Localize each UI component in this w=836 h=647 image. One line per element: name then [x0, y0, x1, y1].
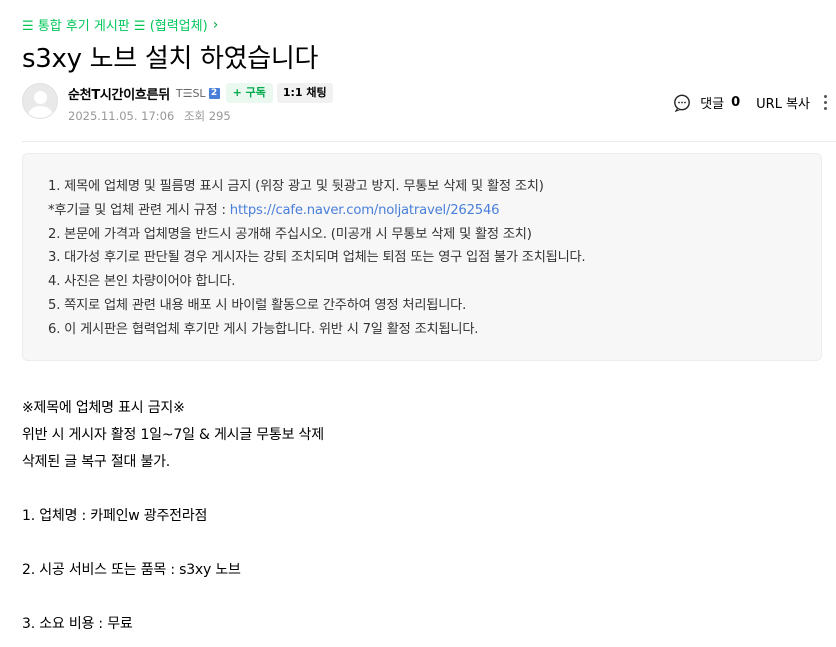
board-name: ☰ 통합 후기 게시판 ☰ (협력업체) — [22, 19, 208, 34]
content-item-cost: 3. 소요 비용 : 무료 — [22, 616, 133, 632]
more-dot — [824, 95, 827, 98]
view-count: 조회 295 — [183, 109, 231, 123]
avatar-body-shape — [28, 106, 53, 118]
notice-rules-link[interactable]: https://cafe.naver.com/noljatravel/26254… — [230, 203, 500, 218]
notice-rules-prefix: *후기글 및 업체 관련 게시 규정 : — [48, 202, 230, 218]
post-actions: 댓글 0 URL 복사 — [673, 93, 828, 112]
content-warning-title: ※제목에 업체명 표시 금지※ — [22, 400, 185, 416]
author-info: 순천T시간이흐른뒤 T☰SL 2 + 구독 1:1 채팅 2025.11.05.… — [68, 83, 333, 124]
content-warning-line: 삭제된 글 복구 절대 불가. — [22, 454, 171, 470]
notice-line-rules: *후기글 및 업체 관련 게시 규정 : https://cafe.naver.… — [48, 199, 821, 223]
subscribe-button[interactable]: + 구독 — [225, 83, 273, 103]
notice-line: 4. 사진은 본인 차량이어야 합니다. — [48, 274, 236, 290]
author-name-row: 순천T시간이흐른뒤 T☰SL 2 + 구독 1:1 채팅 — [68, 83, 333, 103]
author-block: 순천T시간이흐른뒤 T☰SL 2 + 구독 1:1 채팅 2025.11.05.… — [22, 83, 333, 123]
comment-count: 0 — [731, 95, 741, 110]
content-warning-line: 위반 시 게시자 활정 1일~7일 & 게시글 무통보 삭제 — [22, 427, 324, 443]
content-item-service: 2. 시공 서비스 또는 품목 : s3xy 노브 — [22, 562, 241, 578]
more-options-icon[interactable] — [824, 95, 828, 110]
url-copy-button[interactable]: URL 복사 — [756, 93, 810, 112]
chevron-right-icon: › — [212, 16, 219, 33]
more-dot — [824, 101, 827, 104]
post-title: s3xy 노브 설치 하였습니다 — [22, 44, 319, 74]
content-item-company: 1. 업체명 : 카페인w 광주전라점 — [22, 508, 208, 524]
post-date: 2025.11.05. 17:06 — [68, 109, 175, 123]
comment-bubble-icon — [674, 94, 691, 112]
more-dot — [824, 107, 827, 110]
board-breadcrumb-link[interactable]: ☰ 통합 후기 게시판 ☰ (협력업체) › — [22, 15, 219, 35]
avatar-head-shape — [34, 91, 47, 104]
notice-line: 3. 대가성 후기로 판단될 경우 게시자는 강퇴 조치되며 업체는 퇴점 또는… — [48, 250, 586, 266]
post-meta: 2025.11.05. 17:06 조회 295 — [68, 108, 333, 124]
notice-line: 6. 이 게시판은 협력업체 후기만 게시 가능합니다. 위반 시 7일 활정 … — [48, 321, 479, 337]
notice-box: 1. 제목에 업체명 및 필름명 표시 금지 (위장 광고 및 뒷광고 방지. … — [22, 153, 822, 361]
avatar[interactable] — [22, 83, 58, 119]
notice-line: 2. 본문에 가격과 업체명을 반드시 공개해 주십시오. (미공개 시 무통보… — [48, 226, 532, 242]
comment-button[interactable]: 댓글 0 — [673, 93, 740, 112]
comment-label: 댓글 — [700, 97, 725, 112]
notice-line: 5. 쪽지로 업체 관련 내용 배포 시 바이럴 활동으로 간주하여 영정 처리… — [48, 297, 467, 313]
header-divider — [22, 141, 836, 142]
notice-line: 1. 제목에 업체명 및 필름명 표시 금지 (위장 광고 및 뒷광고 방지. … — [48, 179, 544, 194]
level-badge-icon: 2 — [208, 87, 220, 99]
chat-button[interactable]: 1:1 채팅 — [276, 83, 333, 103]
author-nickname[interactable]: 순천T시간이흐른뒤 — [68, 84, 170, 103]
member-level: T☰SL — [175, 86, 206, 100]
